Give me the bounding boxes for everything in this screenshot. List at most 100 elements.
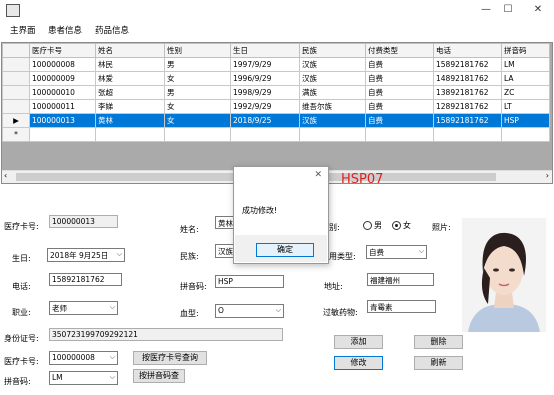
table-cell[interactable]: [299, 127, 366, 142]
table-cell[interactable]: 100000013: [29, 113, 96, 128]
job-combo[interactable]: 老师 ⌵: [49, 301, 118, 315]
gender-male-radio[interactable]: [363, 221, 372, 230]
blood-type-combo[interactable]: O ⌵: [215, 304, 284, 318]
column-header[interactable]: 生日: [230, 43, 300, 58]
table-cell[interactable]: 100000009: [29, 71, 96, 86]
search-by-pinyin-button[interactable]: 按拼音码查: [133, 369, 185, 383]
gender-female-radio[interactable]: [392, 221, 401, 230]
address-field[interactable]: 福建福州: [367, 273, 434, 286]
column-header[interactable]: 电话: [433, 43, 502, 58]
delete-button[interactable]: 删除: [414, 335, 463, 349]
maximize-button[interactable]: ☐: [496, 0, 520, 20]
id-card-field[interactable]: 350723199709292121: [49, 328, 283, 341]
table-cell[interactable]: 1997/9/29: [230, 57, 300, 72]
column-header[interactable]: 医疗卡号: [29, 43, 96, 58]
table-cell[interactable]: 男: [164, 85, 231, 100]
table-cell[interactable]: 自费: [365, 57, 434, 72]
birthday-picker[interactable]: 2018年 9月25日 ⌵: [47, 248, 125, 262]
table-cell[interactable]: 自费: [365, 99, 434, 114]
table-cell[interactable]: 黄林: [95, 113, 165, 128]
name-field[interactable]: 黄林: [215, 216, 235, 229]
table-cell[interactable]: 自费: [365, 71, 434, 86]
new-row[interactable]: *: [2, 127, 550, 142]
table-cell[interactable]: LM: [501, 57, 550, 72]
table-cell[interactable]: [230, 127, 300, 142]
table-cell[interactable]: 13892181762: [433, 85, 502, 100]
close-icon[interactable]: ✕: [314, 170, 322, 180]
table-cell[interactable]: 100000008: [29, 57, 96, 72]
close-window-button[interactable]: ✕: [526, 0, 550, 20]
table-cell[interactable]: LA: [501, 71, 550, 86]
minimize-button[interactable]: —: [474, 0, 498, 20]
table-cell[interactable]: 女: [164, 71, 231, 86]
column-header[interactable]: 民族: [299, 43, 366, 58]
table-cell[interactable]: 100000010: [29, 85, 96, 100]
table-cell[interactable]: HSP: [501, 113, 550, 128]
table-cell[interactable]: ZC: [501, 85, 550, 100]
table-cell[interactable]: 12892181762: [433, 99, 502, 114]
row-header[interactable]: [2, 57, 30, 72]
patient-grid[interactable]: 医疗卡号 姓名 性别 生日 民族 付费类型 电话 拼音码 100000008 林民…: [1, 42, 553, 184]
row-header[interactable]: [2, 85, 30, 100]
menu-item-patient[interactable]: 患者信息: [48, 24, 82, 36]
table-cell[interactable]: 李娣: [95, 99, 165, 114]
table-cell[interactable]: [95, 127, 165, 142]
table-cell[interactable]: 林民: [95, 57, 165, 72]
column-header[interactable]: 付费类型: [365, 43, 434, 58]
allergy-field[interactable]: 青霉素: [367, 300, 436, 313]
table-cell[interactable]: [164, 127, 231, 142]
table-cell[interactable]: 1998/9/29: [230, 85, 300, 100]
table-cell[interactable]: 张超: [95, 85, 165, 100]
column-header[interactable]: 性别: [164, 43, 231, 58]
column-header[interactable]: 拼音码: [501, 43, 550, 58]
table-row[interactable]: 100000009 林爱女 1996/9/29 汉族 自费 14892181762 LA: [2, 71, 550, 86]
add-button[interactable]: 添加: [334, 335, 383, 349]
table-cell[interactable]: 汉族: [299, 57, 366, 72]
ok-button[interactable]: 确定: [256, 243, 314, 257]
row-header[interactable]: [2, 99, 30, 114]
table-cell[interactable]: 15892181762: [433, 113, 502, 128]
table-cell[interactable]: [501, 127, 550, 142]
table-cell[interactable]: 维吾尔族: [299, 99, 366, 114]
nation-combo[interactable]: 汉族: [215, 244, 235, 258]
table-cell[interactable]: 汉族: [299, 113, 366, 128]
table-cell[interactable]: 14892181762: [433, 71, 502, 86]
pay-type-combo[interactable]: 自费 ⌵: [366, 245, 427, 259]
row-header[interactable]: *: [2, 127, 30, 142]
table-cell[interactable]: [365, 127, 434, 142]
phone-field[interactable]: 15892181762: [49, 273, 122, 286]
table-cell[interactable]: [433, 127, 502, 142]
table-cell[interactable]: 自费: [365, 113, 434, 128]
table-cell[interactable]: [29, 127, 96, 142]
row-header[interactable]: [2, 71, 30, 86]
scroll-left-icon[interactable]: ‹: [4, 171, 7, 180]
table-cell[interactable]: 女: [164, 113, 231, 128]
pinyin-field[interactable]: HSP: [215, 275, 284, 288]
refresh-button[interactable]: 刷新: [414, 356, 463, 370]
table-cell[interactable]: 满族: [299, 85, 366, 100]
table-cell[interactable]: LT: [501, 99, 550, 114]
table-cell[interactable]: 2018/9/25: [230, 113, 300, 128]
menu-item-drug[interactable]: 药品信息: [95, 24, 129, 36]
table-row[interactable]: ▶ 100000013 黄林女 2018/9/25 汉族 自费 15892181762 HSP: [2, 113, 550, 128]
modify-button[interactable]: 修改: [334, 356, 383, 370]
table-cell[interactable]: 100000011: [29, 99, 96, 114]
table-row[interactable]: 100000011 李娣女 1992/9/29 维吾尔族 自费 12892181762 LT: [2, 99, 550, 114]
menu-item-main[interactable]: 主界面: [10, 24, 36, 36]
search-by-card-button[interactable]: 按医疗卡号查询: [133, 351, 207, 365]
table-cell[interactable]: 女: [164, 99, 231, 114]
column-header[interactable]: 姓名: [95, 43, 165, 58]
table-cell[interactable]: 1996/9/29: [230, 71, 300, 86]
card-no-field[interactable]: 100000013: [49, 215, 118, 228]
search-card-combo[interactable]: 100000008 ⌵: [49, 351, 118, 365]
table-cell[interactable]: 自费: [365, 85, 434, 100]
table-cell[interactable]: 15892181762: [433, 57, 502, 72]
table-cell[interactable]: 男: [164, 57, 231, 72]
search-pinyin-combo[interactable]: LM ⌵: [49, 371, 118, 385]
table-row[interactable]: 100000008 林民男 1997/9/29 汉族 自费 15892181762 LM: [2, 57, 550, 72]
table-row[interactable]: 100000010 张超男 1998/9/29 满族 自费 13892181762 ZC: [2, 85, 550, 100]
row-header[interactable]: ▶: [2, 113, 30, 128]
scroll-right-icon[interactable]: ›: [546, 171, 549, 180]
table-cell[interactable]: 1992/9/29: [230, 99, 300, 114]
table-cell[interactable]: 汉族: [299, 71, 366, 86]
